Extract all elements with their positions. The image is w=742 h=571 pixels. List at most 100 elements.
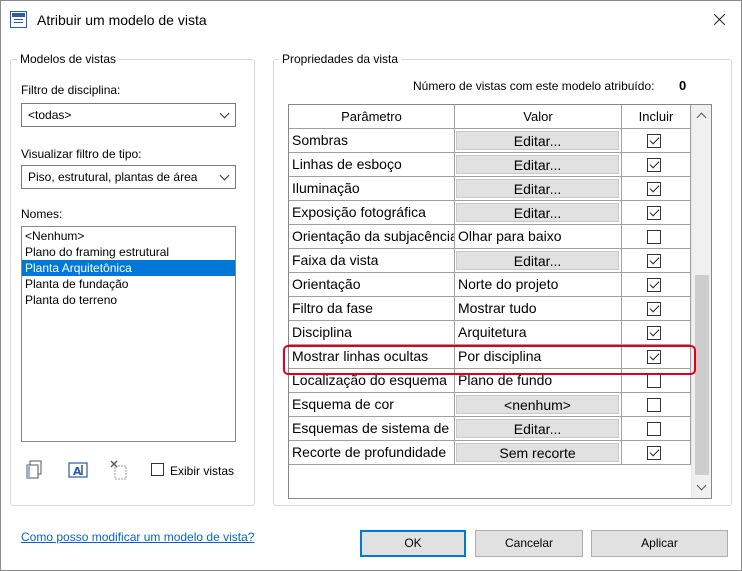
- include-cell: [622, 393, 691, 417]
- delete-icon[interactable]: [108, 459, 130, 481]
- view-count-label: Número de vistas com este modelo atribuí…: [413, 79, 655, 93]
- include-cell: [622, 273, 691, 297]
- type-filter-value: Piso, estrutural, plantas de área: [28, 170, 198, 184]
- param-cell: Mostrar linhas ocultas: [289, 345, 455, 369]
- title-bar: Atribuir um modelo de vista: [1, 1, 741, 39]
- table-row: Exposição fotográfica Editar...: [289, 201, 691, 225]
- param-cell: Orientação: [289, 273, 455, 297]
- value-edit-button[interactable]: Editar...: [455, 201, 622, 225]
- include-cell: [622, 297, 691, 321]
- value-button-label[interactable]: Editar...: [456, 251, 619, 270]
- value-edit-button[interactable]: Editar...: [455, 177, 622, 201]
- discipline-filter-value: <todas>: [28, 108, 72, 122]
- table-row: Orientação da subjacência Olhar para baix…: [289, 225, 691, 249]
- scroll-up-icon[interactable]: [696, 112, 707, 123]
- include-cell: [622, 177, 691, 201]
- value-button-label[interactable]: Editar...: [456, 179, 619, 198]
- value-edit-button[interactable]: Sem recorte: [455, 441, 622, 465]
- include-checkbox[interactable]: [647, 326, 661, 340]
- include-cell: [622, 321, 691, 345]
- close-icon[interactable]: [705, 6, 735, 34]
- include-cell: [622, 201, 691, 225]
- ok-button[interactable]: OK: [360, 530, 466, 557]
- include-checkbox[interactable]: [647, 302, 661, 316]
- table-scrollbar[interactable]: [691, 105, 711, 498]
- view-count-value: 0: [679, 78, 687, 93]
- include-cell: [622, 345, 691, 369]
- chevron-down-icon: [219, 170, 230, 181]
- value-cell[interactable]: Mostrar tudo: [455, 297, 622, 321]
- value-button-label[interactable]: Editar...: [456, 131, 619, 150]
- include-checkbox[interactable]: [647, 158, 661, 172]
- value-edit-button[interactable]: Editar...: [455, 249, 622, 273]
- include-checkbox[interactable]: [647, 422, 661, 436]
- include-cell: [622, 369, 691, 393]
- value-edit-button[interactable]: Editar...: [455, 417, 622, 441]
- include-cell: [622, 249, 691, 273]
- table-row: Iluminação Editar...: [289, 177, 691, 201]
- header-include[interactable]: Incluir: [622, 105, 691, 129]
- value-cell[interactable]: Arquitetura: [455, 321, 622, 345]
- table-row: Filtro da fase Mostrar tudo: [289, 297, 691, 321]
- include-checkbox[interactable]: [647, 350, 661, 364]
- list-item[interactable]: Planta Arquitetônica: [22, 260, 235, 276]
- value-button-label[interactable]: Editar...: [456, 419, 619, 438]
- list-item[interactable]: Plano do framing estrutural: [22, 244, 235, 260]
- table-row: Recorte de profundidade Sem recorte: [289, 441, 691, 465]
- param-cell: Recorte de profundidade: [289, 441, 455, 465]
- list-item[interactable]: <Nenhum>: [22, 228, 235, 244]
- include-checkbox[interactable]: [647, 398, 661, 412]
- duplicate-icon[interactable]: [24, 459, 46, 481]
- param-cell: Localização do esquema: [289, 369, 455, 393]
- header-parameter[interactable]: Parâmetro: [289, 105, 455, 129]
- table-row: Linhas de esboço Editar...: [289, 153, 691, 177]
- param-cell: Filtro da fase: [289, 297, 455, 321]
- view-templates-group-title: Modelos de vistas: [17, 52, 120, 66]
- scroll-down-icon[interactable]: [696, 480, 707, 491]
- help-link[interactable]: Como posso modificar um modelo de vista?: [21, 530, 254, 544]
- discipline-filter-select[interactable]: <todas>: [21, 103, 236, 127]
- names-list[interactable]: <Nenhum> Plano do framing estrutural Plant…: [21, 226, 236, 442]
- list-item[interactable]: Planta de fundação: [22, 276, 235, 292]
- value-button-label[interactable]: <nenhum>: [456, 395, 619, 414]
- rename-icon[interactable]: A: [67, 459, 89, 481]
- header-value[interactable]: Valor: [455, 105, 622, 129]
- cancel-button[interactable]: Cancelar: [475, 530, 583, 557]
- value-cell[interactable]: Olhar para baixo: [455, 225, 622, 249]
- svg-text:A: A: [73, 465, 82, 478]
- include-checkbox[interactable]: [647, 254, 661, 268]
- app-icon: [10, 11, 27, 28]
- include-checkbox[interactable]: [647, 206, 661, 220]
- scroll-thumb[interactable]: [695, 275, 709, 475]
- value-edit-button[interactable]: Editar...: [455, 129, 622, 153]
- include-checkbox[interactable]: [647, 374, 661, 388]
- show-views-checkbox[interactable]: [151, 463, 164, 476]
- list-item[interactable]: Planta do terreno: [22, 292, 235, 308]
- include-checkbox[interactable]: [647, 182, 661, 196]
- value-cell[interactable]: Por disciplina: [455, 345, 622, 369]
- value-button-label[interactable]: Editar...: [456, 203, 619, 222]
- table-row: Localização do esquema Plano de fundo: [289, 369, 691, 393]
- value-edit-button[interactable]: Editar...: [455, 153, 622, 177]
- include-checkbox[interactable]: [647, 446, 661, 460]
- window-title: Atribuir um modelo de vista: [37, 12, 207, 28]
- table-row: Faixa da vista Editar...: [289, 249, 691, 273]
- include-checkbox[interactable]: [647, 134, 661, 148]
- include-checkbox[interactable]: [647, 278, 661, 292]
- param-cell: Esquemas de sistema de: [289, 417, 455, 441]
- discipline-filter-label: Filtro de disciplina:: [21, 83, 121, 97]
- include-cell: [622, 441, 691, 465]
- table-row: Disciplina Arquitetura: [289, 321, 691, 345]
- type-filter-select[interactable]: Piso, estrutural, plantas de área: [21, 165, 236, 189]
- table-row: Esquemas de sistema de Editar...: [289, 417, 691, 441]
- value-button-label[interactable]: Editar...: [456, 155, 619, 174]
- table-row: Mostrar linhas ocultas Por disciplina: [289, 345, 691, 369]
- value-cell[interactable]: Plano de fundo: [455, 369, 622, 393]
- value-cell[interactable]: Norte do projeto: [455, 273, 622, 297]
- value-edit-button[interactable]: <nenhum>: [455, 393, 622, 417]
- param-cell: Disciplina: [289, 321, 455, 345]
- include-cell: [622, 129, 691, 153]
- include-checkbox[interactable]: [647, 230, 661, 244]
- value-button-label[interactable]: Sem recorte: [456, 443, 619, 462]
- apply-button[interactable]: Aplicar: [591, 530, 728, 557]
